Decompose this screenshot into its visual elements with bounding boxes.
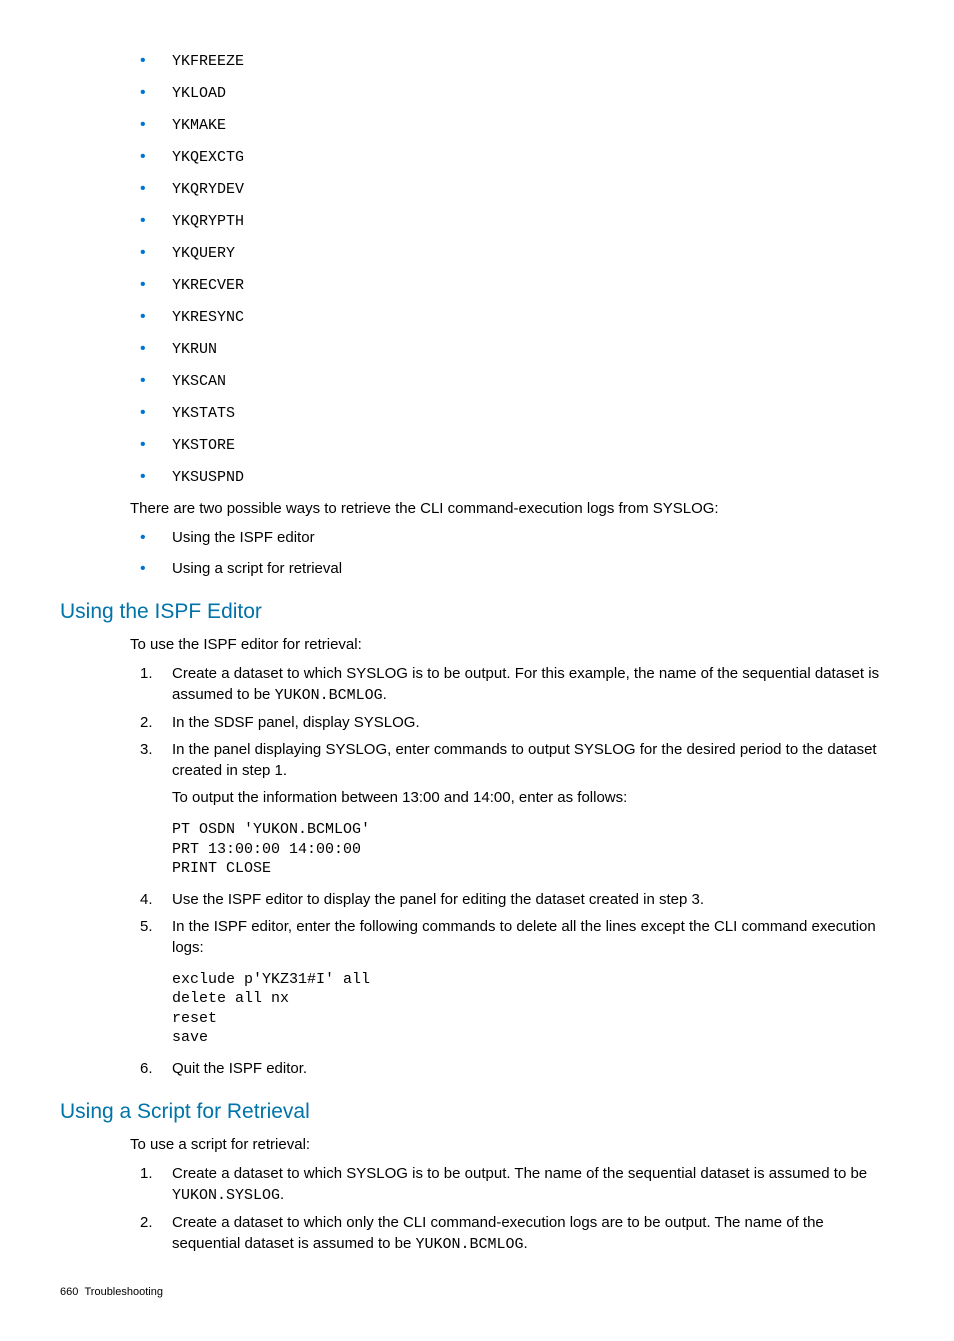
list-item: YKLOAD	[130, 82, 894, 104]
command-list: YKFREEZE YKLOAD YKMAKE YKQEXCTG YKQRYDEV…	[130, 50, 894, 488]
inline-code: YUKON.SYSLOG	[172, 1187, 280, 1204]
code-block: PT OSDN 'YUKON.BCMLOG' PRT 13:00:00 14:0…	[172, 820, 894, 879]
command-name: YKSTORE	[172, 437, 235, 454]
command-name: YKSTATS	[172, 405, 235, 422]
list-item: Using a script for retrieval	[130, 558, 894, 579]
list-item: YKMAKE	[130, 114, 894, 136]
step-2: Create a dataset to which only the CLI c…	[130, 1212, 894, 1255]
command-name: YKSUSPND	[172, 469, 244, 486]
script-lead: To use a script for retrieval:	[130, 1134, 894, 1155]
step-1: Create a dataset to which SYSLOG is to b…	[130, 663, 894, 706]
list-item: YKFREEZE	[130, 50, 894, 72]
command-name: YKQEXCTG	[172, 149, 244, 166]
step-text: Create a dataset to which SYSLOG is to b…	[172, 1165, 867, 1182]
step-5: In the ISPF editor, enter the following …	[130, 916, 894, 1048]
command-name: YKLOAD	[172, 85, 226, 102]
command-name: YKRESYNC	[172, 309, 244, 326]
list-item: YKQRYPTH	[130, 210, 894, 232]
list-item: YKRUN	[130, 338, 894, 360]
list-item: YKSCAN	[130, 370, 894, 392]
list-item: Using the ISPF editor	[130, 527, 894, 548]
step-subtext: To output the information between 13:00 …	[172, 787, 894, 808]
list-item: YKSTATS	[130, 402, 894, 424]
list-item: YKRESYNC	[130, 306, 894, 328]
section-name: Troubleshooting	[84, 1286, 162, 1298]
list-item: YKQUERY	[130, 242, 894, 264]
step-text: In the ISPF editor, enter the following …	[172, 916, 894, 958]
command-name: YKQRYPTH	[172, 213, 244, 230]
ispf-lead: To use the ISPF editor for retrieval:	[130, 634, 894, 655]
page-footer: 660 Troubleshooting	[60, 1285, 894, 1300]
list-item: YKQEXCTG	[130, 146, 894, 168]
step-1: Create a dataset to which SYSLOG is to b…	[130, 1163, 894, 1206]
page-number: 660	[60, 1286, 78, 1298]
inline-code: YUKON.BCMLOG	[275, 687, 383, 704]
list-item: YKQRYDEV	[130, 178, 894, 200]
ispf-steps: Create a dataset to which SYSLOG is to b…	[130, 663, 894, 1079]
step-4: Use the ISPF editor to display the panel…	[130, 889, 894, 910]
ispf-heading: Using the ISPF Editor	[60, 597, 894, 626]
command-name: YKRUN	[172, 341, 217, 358]
list-item: YKSTORE	[130, 434, 894, 456]
step-text: .	[383, 686, 387, 703]
command-name: YKFREEZE	[172, 53, 244, 70]
command-name: YKQUERY	[172, 245, 235, 262]
command-name: YKRECVER	[172, 277, 244, 294]
intro-paragraph: There are two possible ways to retrieve …	[130, 498, 894, 519]
script-heading: Using a Script for Retrieval	[60, 1097, 894, 1126]
step-text: .	[524, 1235, 528, 1252]
step-3: In the panel displaying SYSLOG, enter co…	[130, 739, 894, 879]
step-text: .	[280, 1186, 284, 1203]
step-6: Quit the ISPF editor.	[130, 1058, 894, 1079]
list-item: YKSUSPND	[130, 466, 894, 488]
command-name: YKMAKE	[172, 117, 226, 134]
list-item: YKRECVER	[130, 274, 894, 296]
inline-code: YUKON.BCMLOG	[416, 1236, 524, 1253]
code-block: exclude p'YKZ31#I' all delete all nx res…	[172, 970, 894, 1048]
step-text: In the panel displaying SYSLOG, enter co…	[172, 739, 894, 781]
step-2: In the SDSF panel, display SYSLOG.	[130, 712, 894, 733]
command-name: YKSCAN	[172, 373, 226, 390]
command-name: YKQRYDEV	[172, 181, 244, 198]
intro-bullet-list: Using the ISPF editor Using a script for…	[130, 527, 894, 579]
script-steps: Create a dataset to which SYSLOG is to b…	[130, 1163, 894, 1255]
